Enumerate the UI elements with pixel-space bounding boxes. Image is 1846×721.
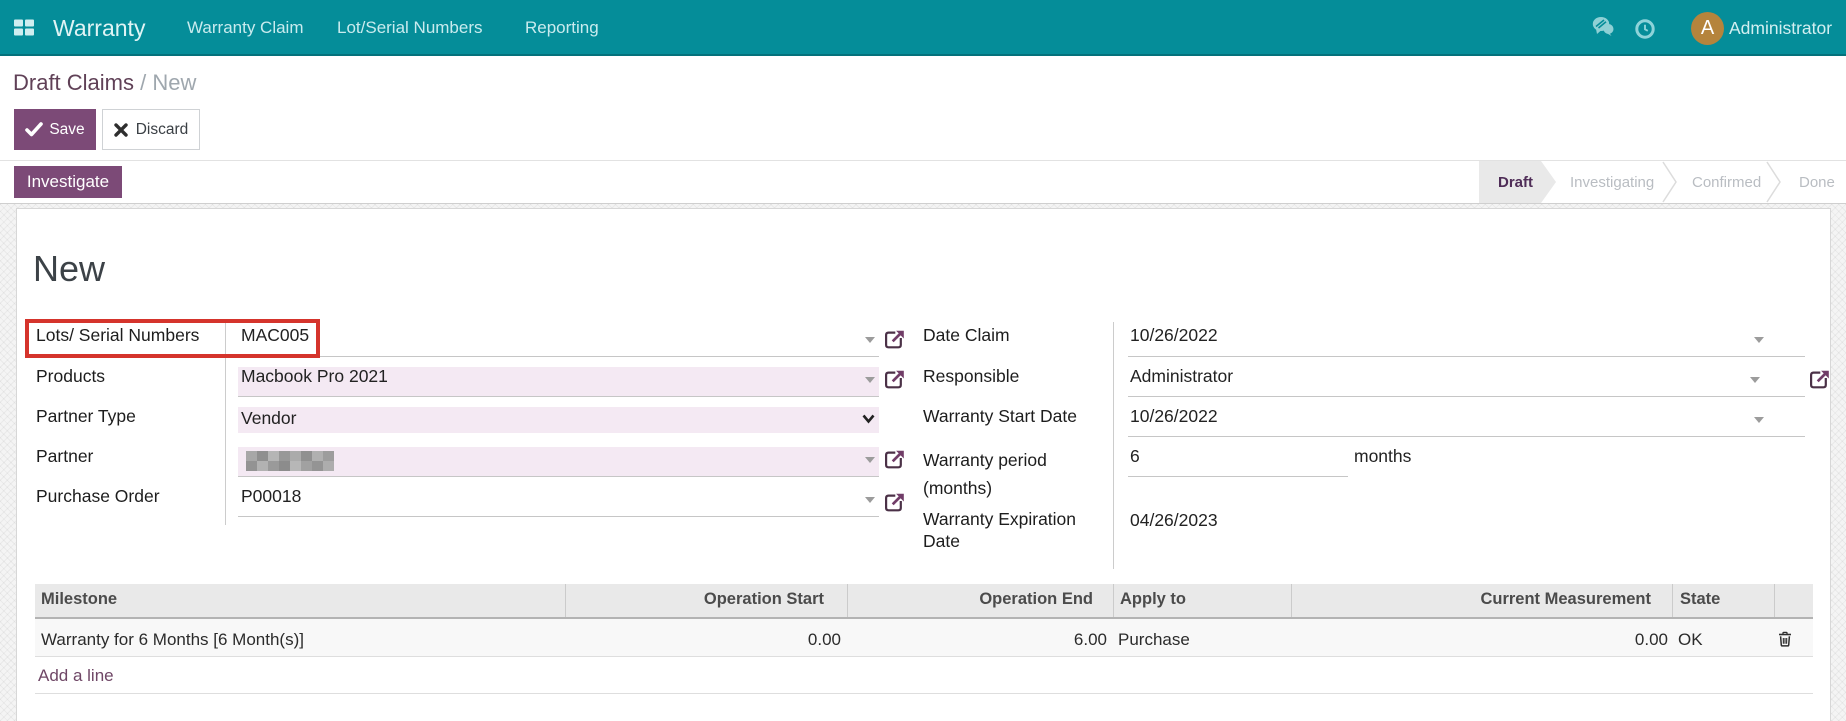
- svg-text:Draft: Draft: [1498, 174, 1533, 191]
- svg-text:Investigating: Investigating: [1570, 174, 1654, 191]
- svg-text:Confirmed: Confirmed: [1692, 174, 1761, 191]
- svg-text:Done: Done: [1799, 174, 1835, 191]
